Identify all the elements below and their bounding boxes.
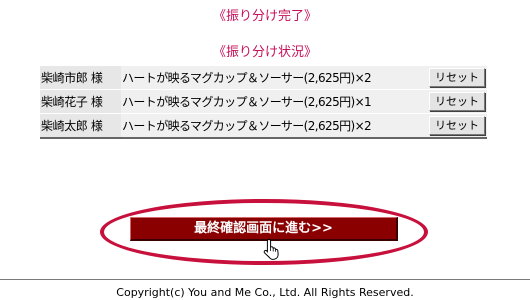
copyright-text: Copyright(c) You and Me Co., Ltd. All Ri… xyxy=(116,286,414,299)
allocation-status-heading: 《振り分け状況》 xyxy=(212,45,317,60)
reset-cell: リセット xyxy=(426,90,487,114)
reset-button[interactable]: リセット xyxy=(429,68,485,87)
table-row: 柴崎市郎 様 ハートが映るマグカップ＆ソーサー(2,625円)×2 リセット xyxy=(40,66,487,90)
reset-button[interactable]: リセット xyxy=(429,92,485,111)
recipient-name: 柴崎市郎 様 xyxy=(40,66,121,90)
item-detail: ハートが映るマグカップ＆ソーサー(2,625円)×1 xyxy=(121,90,426,114)
table-row: 柴崎花子 様 ハートが映るマグカップ＆ソーサー(2,625円)×1 リセット xyxy=(40,90,487,114)
item-detail: ハートが映るマグカップ＆ソーサー(2,625円)×2 xyxy=(121,114,426,137)
reset-cell: リセット xyxy=(426,66,487,90)
table-row: 柴崎太郎 様 ハートが映るマグカップ＆ソーサー(2,625円)×2 リセット xyxy=(40,114,487,137)
recipient-name: 柴崎花子 様 xyxy=(40,90,121,114)
hand-pointer-icon xyxy=(263,238,279,260)
allocation-complete-heading: 《振り分け完了》 xyxy=(212,9,317,24)
reset-button[interactable]: リセット xyxy=(429,116,485,135)
reset-cell: リセット xyxy=(426,114,487,137)
item-detail: ハートが映るマグカップ＆ソーサー(2,625円)×2 xyxy=(121,66,426,90)
recipient-name: 柴崎太郎 様 xyxy=(40,114,121,137)
allocation-table: 柴崎市郎 様 ハートが映るマグカップ＆ソーサー(2,625円)×2 リセット 柴… xyxy=(40,66,487,139)
footer-divider xyxy=(0,279,530,280)
